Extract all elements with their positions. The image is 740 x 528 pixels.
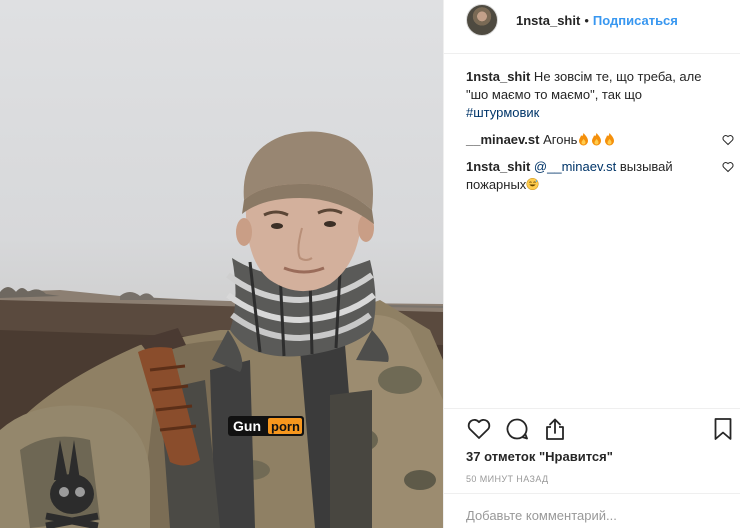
comment-item: __minaev.st Агонь bbox=[466, 131, 734, 149]
mention-link[interactable]: @__minaev.st bbox=[530, 159, 616, 174]
likes-count-text: 37 отметок bbox=[466, 449, 539, 464]
header-separator: • bbox=[584, 12, 589, 28]
comment-username[interactable]: 1nsta_shit bbox=[466, 159, 530, 174]
hashtag-link[interactable]: #штурмовик bbox=[466, 105, 539, 120]
caption-comment: 1nsta_shit Не зовсім те, що треба, але "… bbox=[466, 68, 734, 122]
comment-text: Агонь bbox=[539, 132, 578, 147]
header-divider bbox=[444, 53, 740, 54]
comment-input-divider bbox=[444, 493, 740, 494]
likes-quote-text: "Нравится" bbox=[539, 449, 613, 464]
avatar[interactable] bbox=[466, 4, 498, 36]
comments-list: 1nsta_shit Не зовсім те, що треба, але "… bbox=[466, 68, 734, 203]
small-heart-icon[interactable] bbox=[722, 161, 734, 173]
likes-count[interactable]: 37 отметок "Нравится" bbox=[466, 449, 613, 464]
patch-text-right: porn bbox=[271, 419, 300, 434]
fire-emoji-icon bbox=[592, 133, 602, 146]
comment-item: 1nsta_shit @__minaev.st вызывай пожарных bbox=[466, 158, 734, 194]
comment-username[interactable]: 1nsta_shit bbox=[466, 69, 530, 84]
fire-emoji-icon bbox=[605, 133, 615, 146]
action-bar bbox=[466, 416, 736, 442]
speech-bubble-icon[interactable] bbox=[504, 416, 530, 442]
photo-illustration: Gun porn bbox=[0, 131, 443, 528]
post-sidebar: 1nsta_shit • Подписаться 1nsta_shit Не з… bbox=[443, 0, 740, 528]
share-arrow-icon[interactable] bbox=[542, 416, 568, 442]
bookmark-icon[interactable] bbox=[710, 416, 736, 442]
post-header: 1nsta_shit • Подписаться bbox=[444, 0, 740, 40]
grinning-sweat-emoji-icon bbox=[526, 177, 539, 191]
post-photo[interactable]: Gun porn bbox=[0, 0, 443, 528]
heart-icon[interactable] bbox=[466, 416, 492, 442]
patch-text-left: Gun bbox=[233, 418, 261, 434]
follow-button[interactable]: Подписаться bbox=[593, 13, 678, 28]
add-comment-input[interactable] bbox=[466, 505, 706, 525]
post-timestamp[interactable]: 50 МИНУТ НАЗАД bbox=[466, 474, 549, 484]
comment-username[interactable]: __minaev.st bbox=[466, 132, 539, 147]
small-heart-icon[interactable] bbox=[722, 134, 734, 146]
header-username[interactable]: 1nsta_shit bbox=[516, 13, 580, 28]
fire-emoji-icon bbox=[579, 133, 589, 146]
actions-divider bbox=[444, 408, 740, 409]
